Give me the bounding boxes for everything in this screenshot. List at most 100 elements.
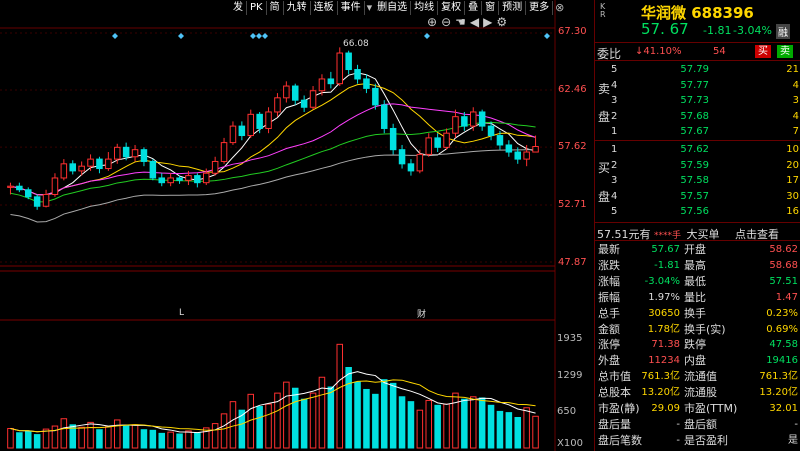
stat-value: 32.01: [769, 403, 798, 414]
bid-row-2[interactable]: 2 57.59 20: [611, 158, 800, 173]
candle-body-20: [185, 175, 192, 181]
candle-body-54: [487, 125, 495, 137]
ask-row-3[interactable]: 3 57.73 3: [611, 93, 800, 108]
toolbar-jian[interactable]: 简: [267, 0, 284, 15]
stat-key: 最高: [684, 258, 706, 272]
candle-body-38: [345, 52, 352, 71]
event-diamond-1: [178, 33, 184, 39]
toolbar-adjust[interactable]: 复权: [438, 0, 466, 15]
bid-row-3[interactable]: 3 57.58 17: [611, 173, 800, 188]
divider: [595, 240, 800, 241]
bid-price: 57.58: [680, 175, 709, 186]
volume-bar-12: [113, 419, 121, 449]
settings-icon[interactable]: ⚙: [496, 15, 507, 29]
volume-bar-52: [469, 396, 477, 449]
volume-bar-20: [185, 430, 192, 449]
candle-body-7: [69, 163, 77, 172]
volume-bar-58: [523, 407, 530, 449]
bid-price: 57.57: [680, 190, 709, 202]
fold-icon[interactable]: ▾: [365, 1, 375, 14]
bid-row-4[interactable]: 4 57.57 30: [611, 189, 800, 204]
volume-bar-40: [363, 388, 370, 449]
ask-row-5[interactable]: 5 57.79 21: [611, 62, 800, 77]
bid-label-1: 买: [598, 161, 611, 175]
volume-bar-10: [96, 429, 103, 449]
next-icon[interactable]: ▶: [483, 15, 492, 29]
volume-bar-3: [33, 434, 41, 449]
candle-body-22: [202, 172, 210, 184]
candle-body-24: [220, 142, 228, 162]
vol-tick-1: 1935: [557, 333, 583, 344]
divider: [595, 42, 800, 43]
toolbar-more[interactable]: 更多: [526, 0, 554, 15]
candle-body-52: [469, 111, 477, 127]
volume-bar-24: [220, 413, 228, 449]
volume-bar-5: [51, 425, 59, 449]
price-tick-5: 47.87: [558, 257, 587, 268]
candle-body-56: [505, 144, 513, 153]
volume-bar-42: [380, 379, 388, 449]
event-diamond-5: [424, 33, 430, 39]
toolbar-events[interactable]: 事件: [338, 0, 365, 15]
stat-value: 58.68: [769, 259, 798, 271]
stat-key: 最新: [598, 243, 620, 256]
kline-chart[interactable]: [0, 0, 594, 451]
close-icon[interactable]: ⊗: [553, 1, 566, 14]
candle-body-9: [87, 158, 94, 167]
stat-key: 最低: [684, 274, 706, 288]
bid-row-5[interactable]: 5 57.56 16: [611, 204, 800, 219]
volume-bar-0: [7, 427, 14, 449]
toolbar-lianban[interactable]: 连板: [311, 0, 338, 15]
candle-body-3: [33, 196, 41, 207]
event-diamond-0: [112, 33, 118, 39]
stat-value: -1.81: [654, 259, 680, 271]
candle-body-5: [51, 177, 59, 195]
toolbar-window[interactable]: 窗: [482, 0, 500, 15]
stat-key: 涨停: [598, 338, 620, 352]
toolbar-ma[interactable]: 均线: [411, 0, 439, 15]
prev-icon[interactable]: ◀: [470, 15, 479, 29]
stat-value: 是: [788, 434, 798, 446]
bid-price: 57.59: [680, 159, 709, 171]
ask-level: 2: [611, 110, 618, 122]
ask-row-1[interactable]: 1 57.67 7: [611, 124, 800, 139]
vol-unit: X100: [557, 438, 583, 449]
toolbar-fa[interactable]: 发: [230, 0, 247, 15]
ask-row-4[interactable]: 4 57.77 4: [611, 78, 800, 93]
volume-bar-13: [122, 425, 130, 449]
toolbar-forecast[interactable]: 预测: [499, 0, 527, 15]
stat-key: 盘后笔数: [598, 433, 642, 447]
bid-label-2: 盘: [598, 190, 611, 204]
volume-bar-19: [176, 433, 183, 449]
toolbar-overlay[interactable]: 叠: [465, 0, 483, 15]
chart-toolbar: 发 PK 简 九转 连板 事件 ▾ 删自选 均线 复权 叠 窗 预测 更多 ⊗: [230, 0, 566, 15]
candle-body-44: [398, 149, 406, 165]
buy-button[interactable]: 买: [755, 45, 771, 58]
stat-key: 金额: [598, 322, 620, 336]
toolbar-remove-watch[interactable]: 删自选: [374, 0, 412, 15]
ask-label-2: 盘: [598, 110, 611, 124]
stat-row: 最新 57.67 开盘 58.62: [598, 242, 798, 257]
stock-change-pct: -3.04%: [733, 24, 772, 37]
toolbar-pk[interactable]: PK: [247, 0, 267, 15]
high-price-label: 66.08: [343, 39, 369, 49]
stat-row: 总市值 761.3亿 流通值 761.3亿: [598, 369, 798, 384]
bid-level: 2: [611, 159, 618, 171]
bid-row-1[interactable]: 1 57.62 10: [611, 142, 800, 157]
stat-row: 金额 1.78亿 换手(实) 0.69%: [598, 322, 798, 337]
candle-body-0: [7, 185, 14, 188]
stat-key: 换手: [684, 306, 706, 320]
hand-icon[interactable]: ☚: [455, 15, 466, 29]
price-tick-1: 67.30: [558, 26, 587, 37]
candle-body-31: [283, 85, 290, 99]
sell-button[interactable]: 卖: [777, 45, 793, 58]
volume-bar-45: [407, 401, 415, 449]
toolbar-jiuzhuan[interactable]: 九转: [284, 0, 311, 15]
candle-body-23: [211, 160, 219, 174]
volume-bar-29: [265, 403, 272, 449]
zoom-out-icon[interactable]: ⊖: [441, 15, 451, 29]
zoom-in-icon[interactable]: ⊕: [427, 15, 437, 29]
price-tick-4: 52.71: [558, 199, 587, 210]
ask-row-2[interactable]: 2 57.68 4: [611, 109, 800, 124]
candle-body-51: [461, 116, 468, 127]
